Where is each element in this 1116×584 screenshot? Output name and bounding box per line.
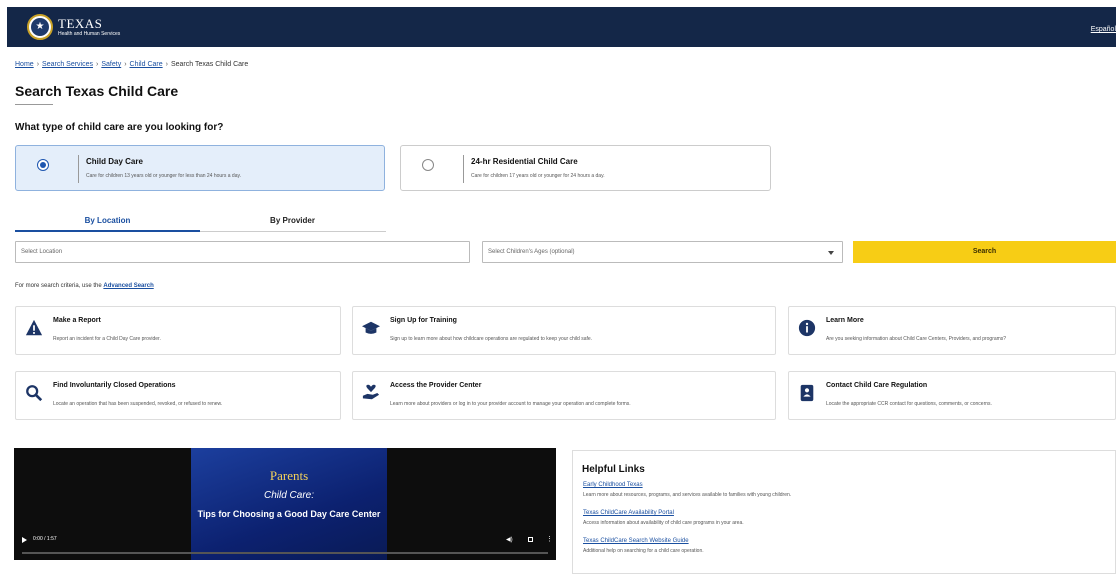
link-description: Additional help on searching for a child… — [583, 548, 704, 554]
radio-selected[interactable] — [37, 159, 49, 171]
breadcrumb-separator: › — [96, 61, 99, 68]
card-title: Find Involuntarily Closed Operations — [53, 382, 176, 389]
video-progress-bar[interactable] — [22, 552, 548, 554]
care-type-description: Care for children 13 years old or younge… — [86, 173, 241, 179]
breadcrumb-separator: › — [124, 61, 127, 68]
texas-seal-icon: ★ — [27, 14, 53, 40]
video-time: 0:00 / 1:57 — [33, 536, 57, 542]
tab-inactive-indicator — [200, 231, 386, 232]
site-header: ★ TEXAS Health and Human Services Españo… — [7, 7, 1116, 47]
ages-select-placeholder: Select Children's Ages (optional) — [488, 249, 575, 255]
card-title: Sign Up for Training — [390, 317, 457, 324]
card-description: Report an incident for a Child Day Care … — [53, 336, 161, 342]
card-contact-ccr[interactable]: Contact Child Care Regulation Locate the… — [788, 371, 1116, 420]
care-type-question: What type of child care are you looking … — [15, 122, 224, 133]
breadcrumb-child-care[interactable]: Child Care — [130, 61, 163, 68]
contact-book-icon — [800, 384, 814, 402]
advanced-search-prefix: For more search criteria, use the — [15, 283, 102, 289]
chevron-down-icon — [828, 251, 834, 255]
advanced-search-link[interactable]: Advanced Search — [103, 283, 153, 289]
tab-by-location[interactable]: By Location — [15, 216, 200, 225]
info-icon — [798, 319, 816, 337]
link-search-website-guide[interactable]: Texas ChildCare Search Website Guide — [583, 538, 689, 544]
breadcrumb-separator: › — [36, 61, 40, 68]
care-type-title: Child Day Care — [86, 157, 143, 166]
search-button[interactable]: Search — [853, 241, 1116, 263]
title-divider — [15, 104, 53, 105]
card-description: Locate the appropriate CCR contact for q… — [826, 401, 992, 407]
helpful-links-title: Helpful Links — [582, 464, 645, 475]
card-description: Sign up to learn more about how childcar… — [390, 336, 593, 342]
page-title: Search Texas Child Care — [15, 83, 179, 99]
video-controls: 0:00 / 1:57 ◀) ⋮ — [14, 534, 556, 548]
breadcrumb-safety[interactable]: Safety — [101, 61, 121, 68]
care-type-title: 24-hr Residential Child Care — [471, 157, 578, 166]
logo-subtitle: Health and Human Services — [58, 31, 121, 37]
more-options-icon[interactable]: ⋮ — [546, 535, 553, 543]
video-title-line3: Tips for Choosing a Good Day Care Center — [197, 509, 381, 519]
language-link[interactable]: Español — [1091, 26, 1116, 33]
care-type-child-day-care[interactable]: Child Day Care Care for children 13 year… — [15, 145, 385, 191]
card-learn-more[interactable]: Learn More Are you seeking information a… — [788, 306, 1116, 355]
breadcrumb: Home › Search Services › Safety › Child Care › S… — [15, 61, 248, 68]
tab-by-provider[interactable]: By Provider — [200, 216, 385, 225]
card-description: Learn more about providers or log in to … — [390, 401, 631, 407]
card-title: Access the Provider Center — [390, 382, 482, 389]
card-title: Contact Child Care Regulation — [826, 382, 928, 389]
card-title: Learn More — [826, 317, 864, 324]
fullscreen-icon[interactable] — [528, 537, 533, 542]
helpful-links-panel: Helpful Links Early Childhood Texas Lear… — [572, 450, 1116, 574]
care-type-residential[interactable]: 24-hr Residential Child Care Care for ch… — [400, 145, 771, 191]
card-sign-up-training[interactable]: Sign Up for Training Sign up to learn mo… — [352, 306, 776, 355]
link-availability-portal[interactable]: Texas ChildCare Availability Portal — [583, 510, 674, 516]
logo-title: TEXAS — [58, 16, 103, 31]
card-title: Make a Report — [53, 317, 101, 324]
breadcrumb-separator: › — [165, 61, 168, 68]
link-description: Access information about availability of… — [583, 520, 744, 526]
hhs-logo[interactable]: ★ TEXAS Health and Human Services — [27, 14, 120, 40]
card-description: Are you seeking information about Child … — [826, 336, 1007, 342]
card-divider — [463, 155, 464, 183]
search-icon — [26, 385, 43, 402]
link-early-childhood-texas[interactable]: Early Childhood Texas — [583, 482, 643, 488]
play-icon[interactable] — [22, 537, 27, 543]
logo-text: TEXAS Health and Human Services — [58, 17, 120, 37]
video-player[interactable]: Parents Child Care: Tips for Choosing a … — [14, 448, 556, 560]
link-description: Learn more about resources, programs, an… — [583, 492, 792, 498]
radio-unselected[interactable] — [422, 159, 434, 171]
breadcrumb-current: Search Texas Child Care — [170, 61, 249, 68]
card-find-closed-operations[interactable]: Find Involuntarily Closed Operations Loc… — [15, 371, 341, 420]
ages-select[interactable]: Select Children's Ages (optional) — [482, 241, 843, 263]
card-divider — [78, 155, 79, 183]
breadcrumb-home[interactable]: Home — [15, 61, 34, 68]
tab-active-indicator — [15, 230, 200, 232]
location-select[interactable]: Select Location — [15, 241, 470, 263]
card-description: Locate an operation that has been suspen… — [53, 401, 223, 407]
card-make-a-report[interactable]: Make a Report Report an incident for a C… — [15, 306, 341, 355]
card-provider-center[interactable]: Access the Provider Center Learn more ab… — [352, 371, 776, 420]
heart-hand-icon — [362, 384, 380, 400]
warning-icon — [25, 319, 43, 336]
care-type-description: Care for children 17 years old or younge… — [471, 173, 605, 179]
advanced-search-hint: For more search criteria, use the Advanc… — [15, 283, 154, 289]
video-title-line1: Parents — [269, 468, 309, 483]
volume-icon[interactable]: ◀) — [506, 536, 513, 543]
graduation-cap-icon — [362, 321, 380, 334]
video-title-line2: Child Care: — [263, 490, 315, 501]
breadcrumb-search-services[interactable]: Search Services — [42, 61, 93, 68]
